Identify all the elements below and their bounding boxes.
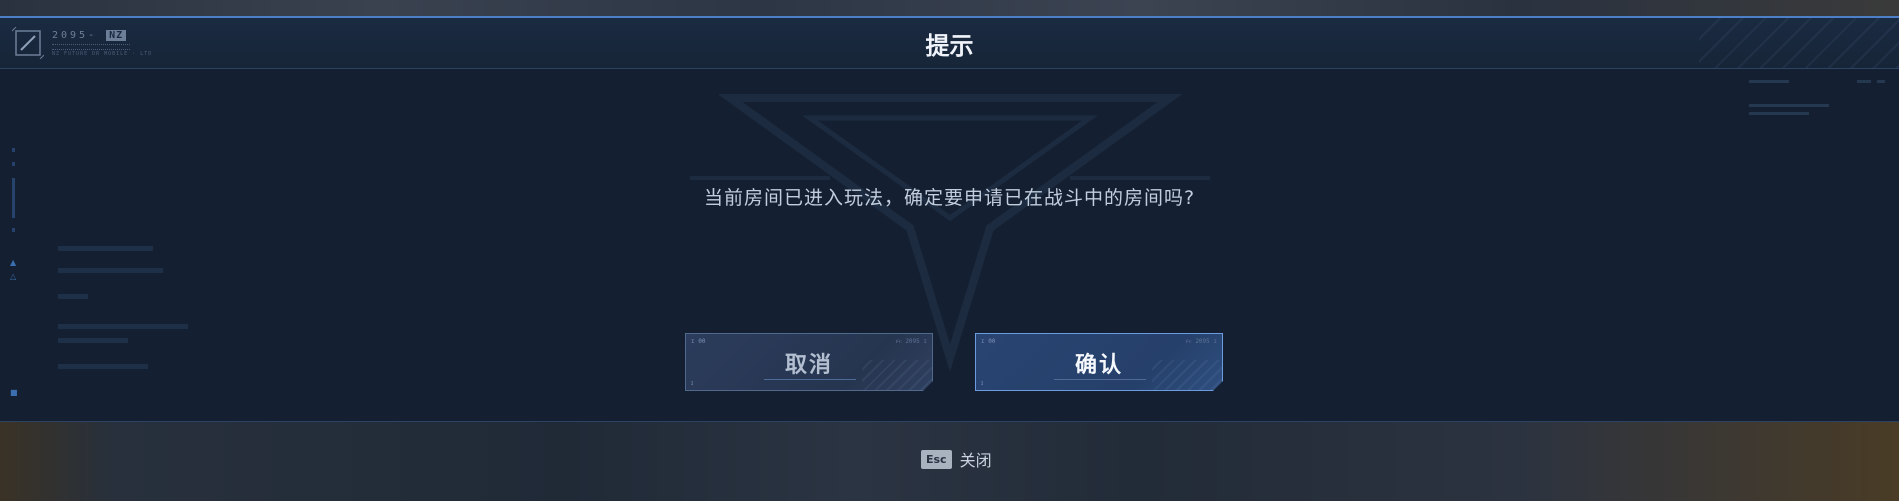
footer-divider <box>0 421 1899 422</box>
esc-close-hint[interactable]: Esc 关闭 <box>921 448 992 470</box>
right-side-decoration <box>1739 80 1889 140</box>
dialog-title: 提示 <box>925 32 974 60</box>
button-corner-code: ꜰᴄ 2095 ɪ <box>1185 338 1217 345</box>
dialog-header: 2095- NZ NZ FUTURE DR MOBILE · LTD 提示 <box>0 18 1899 69</box>
dialog-message: 当前房间已进入玩法，确定要申请已在战斗中的房间吗? <box>703 187 1196 209</box>
confirm-button-label: 确认 <box>1074 353 1123 378</box>
cancel-button[interactable]: ɪ 00 ꜰᴄ 2095 ɪ ɪ 取消 <box>685 333 933 391</box>
header-decoration <box>1699 18 1899 68</box>
button-corner-code: ꜰᴄ 2095 ɪ <box>895 338 927 345</box>
background-top-strip <box>0 0 1899 16</box>
button-corner-mark: ɪ 00 <box>691 338 706 345</box>
button-corner-mark: ɪ <box>691 380 694 387</box>
prompt-dialog: 2095- NZ NZ FUTURE DR MOBILE · LTD 提示 ▲ … <box>0 16 1899 422</box>
button-corner-mark: ɪ 00 <box>981 338 996 345</box>
button-underline <box>1054 379 1146 380</box>
button-corner-mark: ɪ <box>981 380 984 387</box>
confirm-button[interactable]: ɪ 00 ꜰᴄ 2095 ɪ ɪ 确认 <box>975 333 1223 391</box>
close-label: 关闭 <box>959 451 992 470</box>
cancel-button-label: 取消 <box>784 353 833 378</box>
button-underline <box>764 379 856 380</box>
esc-key-badge: Esc <box>921 449 952 469</box>
